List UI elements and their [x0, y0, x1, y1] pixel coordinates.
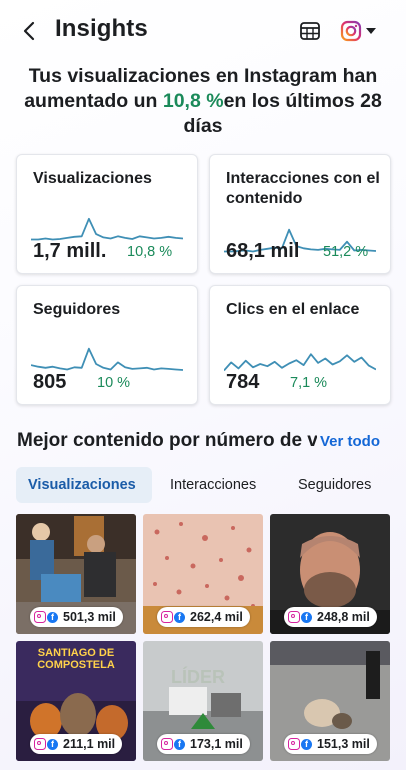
see-all-link[interactable]: Ver todo — [320, 433, 380, 450]
instagram-icon — [34, 738, 46, 750]
summary-highlight: 10,8 % — [162, 90, 224, 112]
facebook-icon: f — [174, 738, 185, 750]
sparkline-path — [31, 347, 183, 371]
top-bar: Insights — [0, 0, 406, 62]
content-thumbnail[interactable]: f 501,3 mil — [16, 514, 136, 634]
instagram-icon — [161, 738, 173, 750]
calendar-button[interactable] — [299, 20, 321, 42]
content-thumbnail[interactable]: f 151,3 mil — [270, 641, 390, 761]
instagram-icon — [34, 611, 46, 623]
metric-title: Interacciones con el contenido — [226, 170, 380, 207]
content-thumbnail[interactable]: LÍDER f 173,1 mil — [143, 641, 263, 761]
views-count: 262,4 mil — [190, 610, 243, 624]
caret-down-icon — [366, 28, 376, 34]
tab-interactions[interactable]: Interacciones — [170, 467, 256, 503]
views-count: 173,1 mil — [190, 737, 243, 751]
account-switcher[interactable] — [340, 17, 384, 45]
metric-title: Seguidores — [33, 301, 121, 318]
metric-value: 68,1 mil — [226, 240, 300, 262]
metric-change: 51,2 % — [323, 244, 369, 260]
metric-card-interactions[interactable]: Interacciones con el contenido 68,1 mil … — [209, 154, 391, 274]
views-count: 501,3 mil — [63, 610, 116, 624]
content-thumbnail[interactable]: f 248,8 mil — [270, 514, 390, 634]
page-title: Insights — [55, 15, 148, 42]
instagram-icon — [340, 20, 362, 42]
chevron-left-icon — [23, 21, 35, 41]
views-badge: f 262,4 mil — [157, 607, 250, 627]
instagram-icon — [288, 738, 300, 750]
views-badge: f 248,8 mil — [284, 607, 377, 627]
views-badge: f 173,1 mil — [157, 734, 250, 754]
section-title: Mejor contenido por número de visualizac… — [17, 430, 317, 452]
metric-title: Visualizaciones — [33, 170, 152, 187]
calendar-icon — [300, 22, 320, 40]
metric-change: 10,8 % — [127, 244, 173, 260]
views-badge: f 211,1 mil — [30, 734, 123, 754]
sparkline-path — [31, 217, 183, 241]
facebook-icon: f — [301, 611, 312, 623]
views-badge: f 501,3 mil — [30, 607, 123, 627]
metric-title: Clics en el enlace — [226, 301, 360, 318]
views-count: 248,8 mil — [317, 610, 370, 624]
instagram-icon — [288, 611, 300, 623]
instagram-icon — [161, 611, 173, 623]
section-title-text: Mejor contenido por número de visualizac… — [17, 430, 317, 451]
views-badge: f 151,3 mil — [284, 734, 377, 754]
content-thumbnail[interactable]: SANTIAGO DE COMPOSTELA f 211,1 mil — [16, 641, 136, 761]
metric-change: 7,1 % — [290, 375, 328, 391]
facebook-icon: f — [174, 611, 185, 623]
metric-value: 1,7 mill. — [33, 240, 107, 262]
sparkline-path — [224, 353, 376, 372]
metric-card-followers[interactable]: Seguidores 805 10 % — [16, 285, 198, 405]
metric-card-views[interactable]: Visualizaciones 1,7 mill. 10,8 % — [16, 154, 198, 274]
metric-value: 805 — [33, 371, 67, 393]
insight-summary: Tus visualizaciones en Instagram han aum… — [10, 64, 396, 139]
facebook-icon: f — [301, 738, 312, 750]
content-tabs: Visualizaciones Interacciones Seguidores — [16, 467, 406, 503]
back-button[interactable] — [18, 18, 40, 44]
content-thumbnail[interactable]: f 262,4 mil — [143, 514, 263, 634]
metric-card-link-clicks[interactable]: Clics en el enlace 784 7,1 % — [209, 285, 391, 405]
metric-value: 784 — [226, 371, 260, 393]
post-caption: SANTIAGO DE COMPOSTELA — [37, 647, 115, 671]
views-count: 151,3 mil — [317, 737, 370, 751]
facebook-icon: f — [47, 738, 58, 750]
metric-change: 10 % — [97, 375, 131, 391]
tab-views[interactable]: Visualizaciones — [16, 467, 152, 503]
post-caption: LÍDER — [171, 667, 225, 687]
views-count: 211,1 mil — [63, 737, 116, 751]
facebook-icon: f — [47, 611, 58, 623]
tab-followers[interactable]: Seguidores — [298, 467, 371, 503]
